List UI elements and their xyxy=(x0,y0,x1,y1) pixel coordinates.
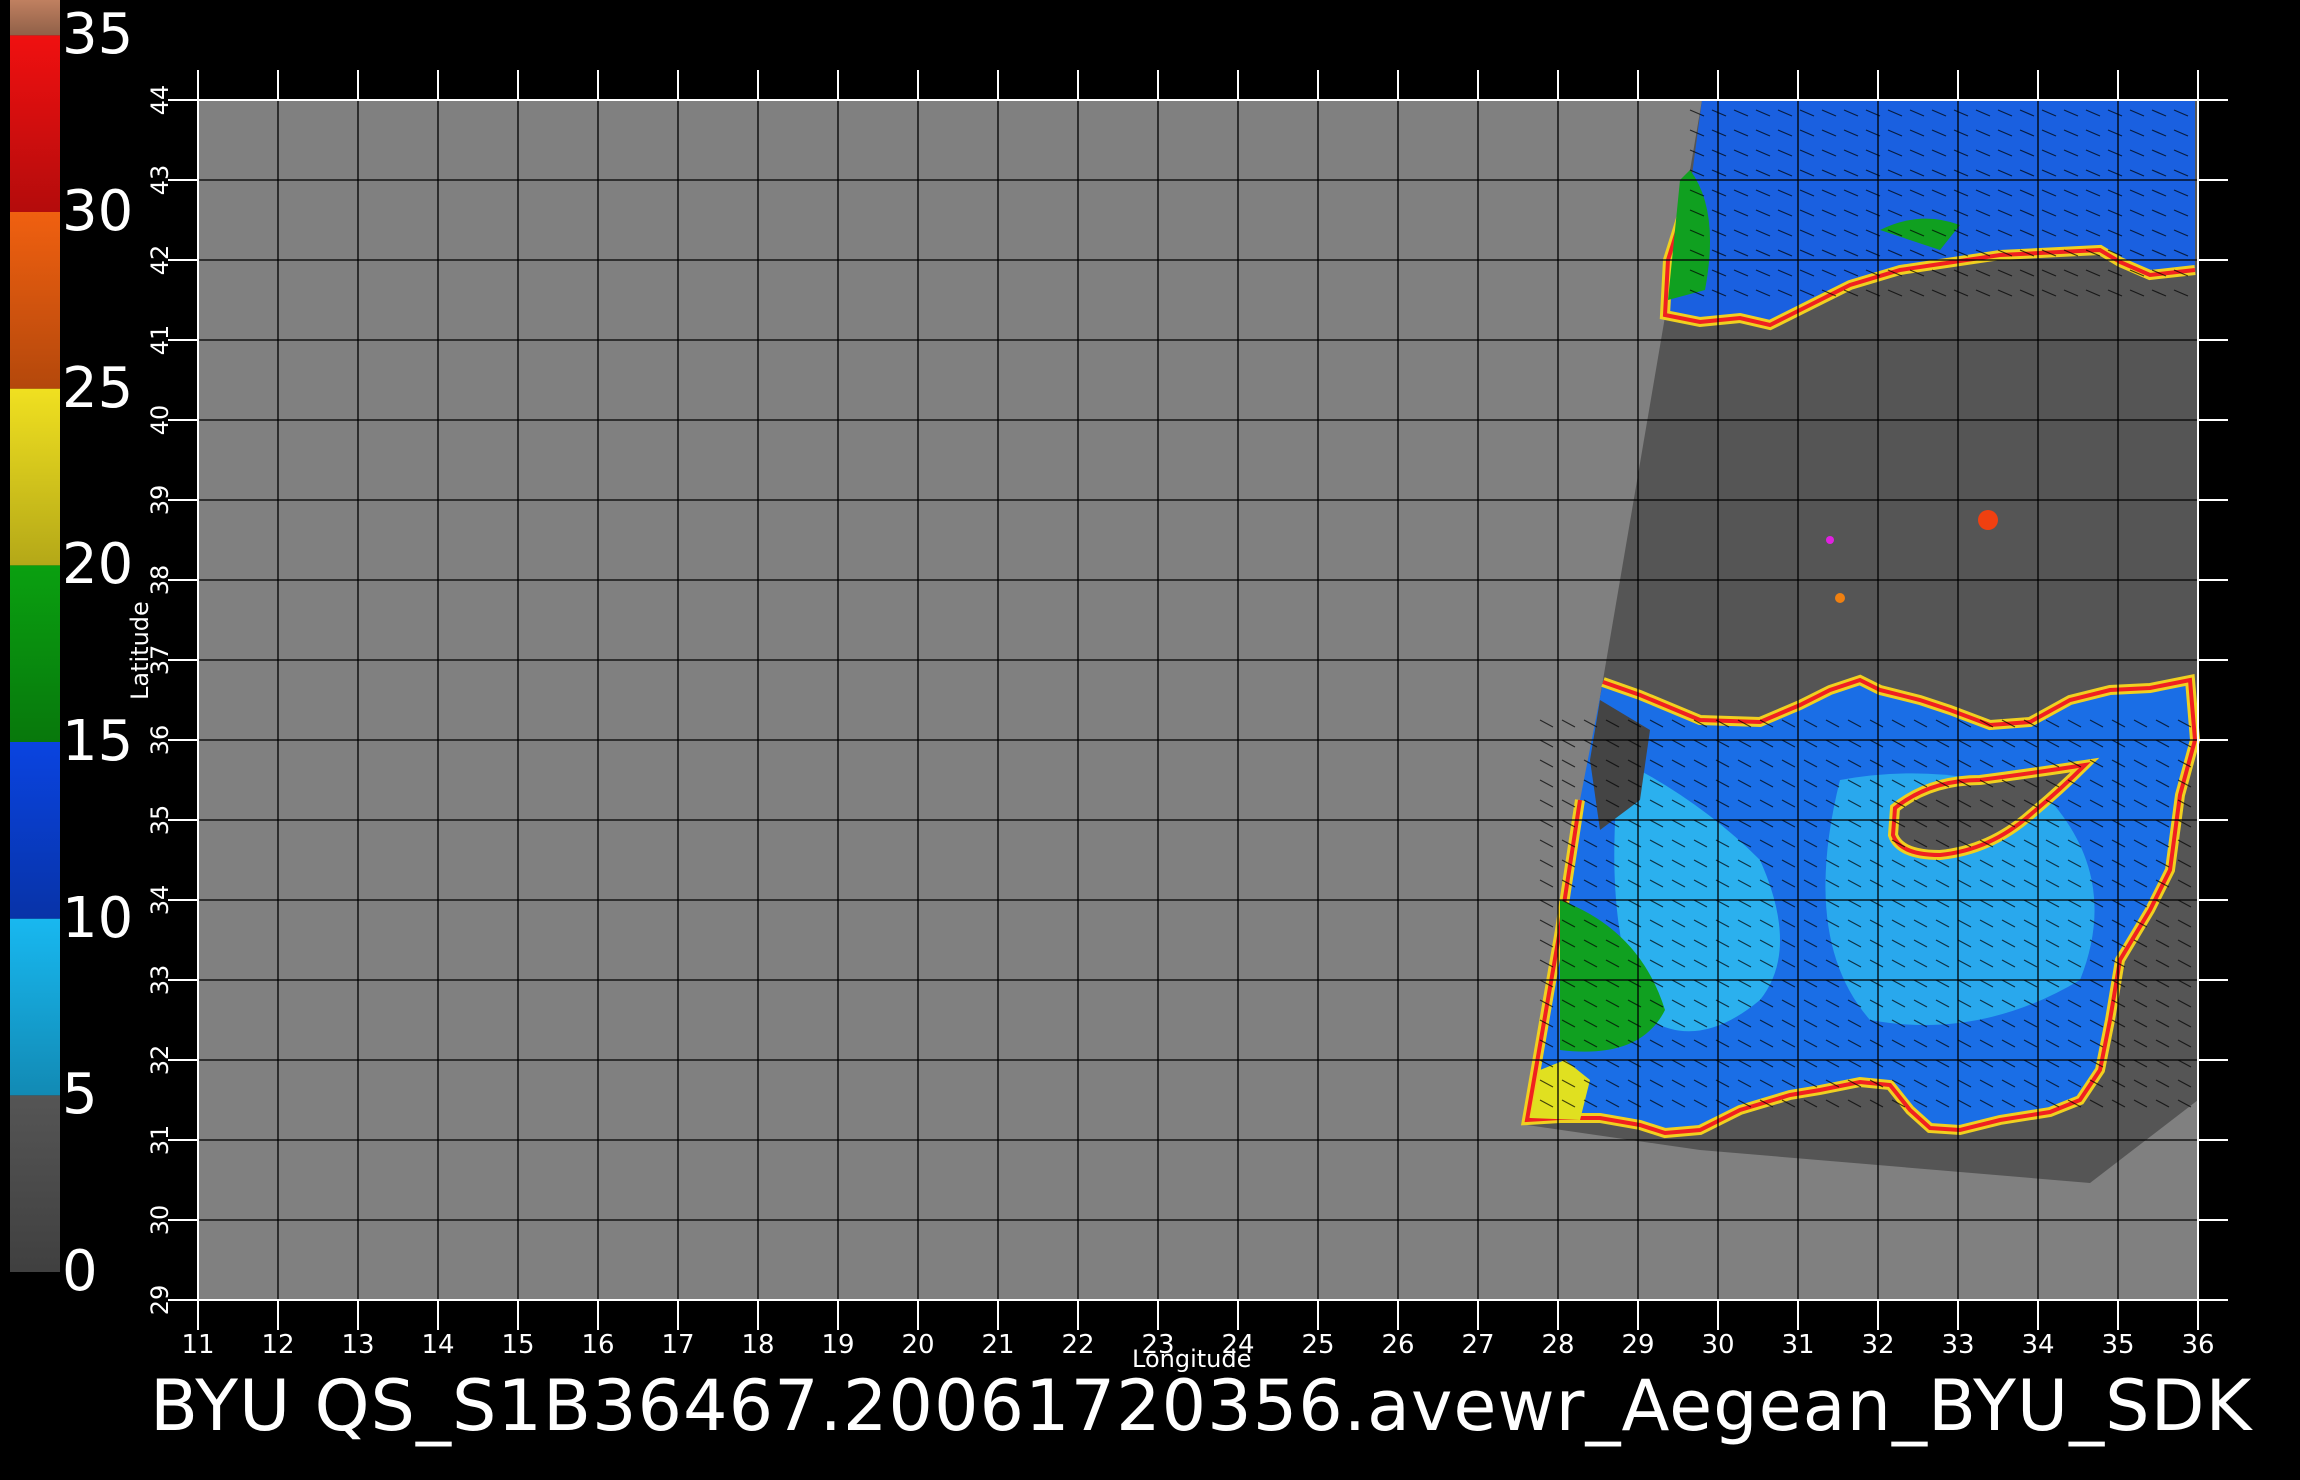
lat-tick-label: 31 xyxy=(146,1125,174,1156)
lon-tick-label: 13 xyxy=(341,1330,374,1360)
lon-tick-label: 16 xyxy=(581,1330,614,1360)
lat-tick-label: 43 xyxy=(146,165,174,196)
lon-tick-label: 36 xyxy=(2181,1330,2214,1360)
lat-tick-label: 44 xyxy=(146,85,174,116)
lat-tick-label: 36 xyxy=(146,725,174,756)
lake-feature xyxy=(1978,510,1998,530)
lon-tick-label: 18 xyxy=(741,1330,774,1360)
lat-tick-label: 32 xyxy=(146,1045,174,1076)
lon-tick-label: 28 xyxy=(1541,1330,1574,1360)
lat-tick-label: 41 xyxy=(146,325,174,356)
wind-map: 11 12 13 14 15 16 17 18 19 20 21 22 23 24 25 26 27 28 29 30… xyxy=(146,70,2228,1360)
lat-tick-label: 30 xyxy=(146,1205,174,1236)
lat-tick-label: 40 xyxy=(146,405,174,436)
lon-tick-label: 21 xyxy=(981,1330,1014,1360)
lon-tick-label: 32 xyxy=(1861,1330,1894,1360)
lat-tick-label: 39 xyxy=(146,485,174,516)
lat-tick-label: 34 xyxy=(146,885,174,916)
lon-tick-label: 19 xyxy=(821,1330,854,1360)
lon-tick-label: 12 xyxy=(261,1330,294,1360)
lon-tick-label: 30 xyxy=(1701,1330,1734,1360)
y-axis-title: Latitude xyxy=(126,601,154,700)
lon-tick-label: 11 xyxy=(181,1330,214,1360)
lon-tick-label: 26 xyxy=(1381,1330,1414,1360)
lon-tick-label: 25 xyxy=(1301,1330,1334,1360)
lake-feature xyxy=(1835,593,1845,603)
lon-tick-label: 15 xyxy=(501,1330,534,1360)
lon-tick-label: 27 xyxy=(1461,1330,1494,1360)
lon-tick-label: 14 xyxy=(421,1330,454,1360)
lon-tick-label: 22 xyxy=(1061,1330,1094,1360)
lon-tick-label: 17 xyxy=(661,1330,694,1360)
lat-tick-label: 33 xyxy=(146,965,174,996)
lat-tick-label: 35 xyxy=(146,805,174,836)
lon-tick-label: 33 xyxy=(1941,1330,1974,1360)
lat-tick-label: 29 xyxy=(146,1285,174,1316)
lon-tick-label: 34 xyxy=(2021,1330,2054,1360)
lon-tick-label: 35 xyxy=(2101,1330,2134,1360)
image-caption: BYU QS_S1B36467.20061720356.avewr_Aegean… xyxy=(150,1365,2253,1447)
lon-tick-label: 31 xyxy=(1781,1330,1814,1360)
lake-feature xyxy=(1826,536,1834,544)
lat-tick-label: 38 xyxy=(146,565,174,596)
lat-tick-label: 42 xyxy=(146,245,174,276)
lon-tick-label: 20 xyxy=(901,1330,934,1360)
lon-tick-label: 29 xyxy=(1621,1330,1654,1360)
